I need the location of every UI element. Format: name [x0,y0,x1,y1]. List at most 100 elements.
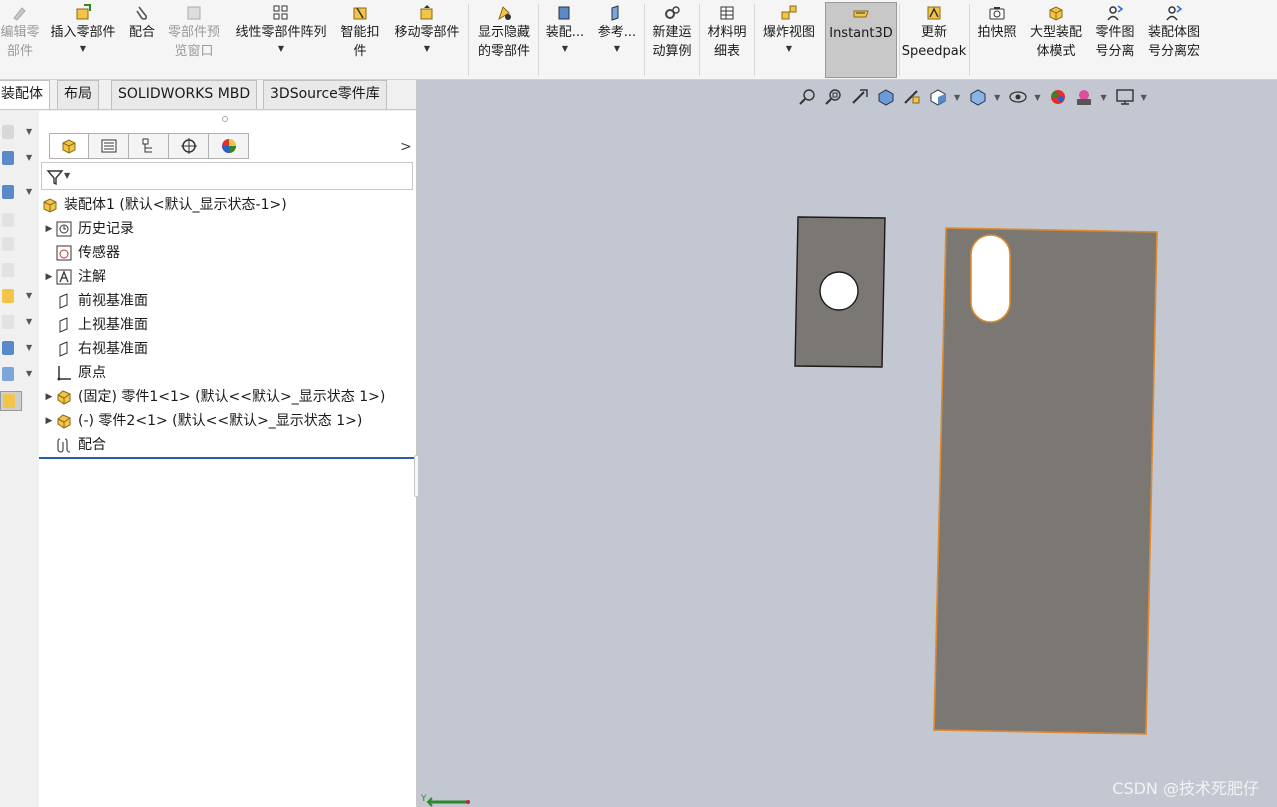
smart-fasteners-button[interactable]: 智能扣 件 [336,2,384,78]
model-canvas[interactable] [418,80,1277,807]
component-icon[interactable] [0,123,22,143]
tree-item-label: 传感器 [78,245,120,261]
tree-item-right-plane[interactable]: 右视基准面 [43,338,148,360]
chevron-down-icon[interactable]: ▼ [26,153,32,162]
tree-item-top-plane[interactable]: 上视基准面 [43,314,148,336]
chevron-down-icon[interactable]: ▼ [562,44,568,54]
tree-item-origin[interactable]: 原点 [43,362,106,384]
feature-icon[interactable] [0,183,22,203]
chevron-down-icon[interactable]: ▼ [26,291,32,300]
tree-insert-marker [39,457,414,459]
plane-icon [59,293,68,309]
tree-item-part2[interactable]: ▶ (-) 零件2<1> (默认<<默认>_显示状态 1>) [43,410,363,432]
preview-window-button[interactable]: 零部件预 览窗口 [162,2,226,78]
reference-geometry-button[interactable]: 参考... ▼ [594,2,640,78]
part2-plate[interactable] [933,227,1158,735]
instant3d-button[interactable]: Instant3D [825,2,897,78]
chevron-right-icon[interactable]: > [400,139,412,155]
assembly-icon[interactable] [0,149,22,169]
tab-display-manager[interactable] [209,133,249,159]
tree-item-mates[interactable]: 配合 [43,434,106,456]
part1-plate[interactable] [794,216,886,368]
edit-component-button[interactable]: 编辑零 部件 [0,2,46,78]
tab-configuration-manager[interactable] [129,133,169,159]
tree-item-label: (固定) 零件1<1> (默认<<默认>_显示状态 1>) [78,389,386,405]
linear-pattern-icon [273,5,288,20]
exploded-view-button[interactable]: 爆炸视图 ▼ [758,2,820,78]
tab-property-manager[interactable] [89,133,129,159]
ribbon-separator [699,4,700,76]
plane-icon [59,317,68,333]
instant3d-strip-icon[interactable] [0,391,22,411]
reference-plane-icon[interactable] [0,339,22,359]
tab-3dsource-library[interactable]: 3DSource零件库 [263,80,387,109]
bill-of-materials-button[interactable]: 材料明 细表 [703,2,751,78]
show-hidden-components-button[interactable]: 显示隐藏 的零部件 [472,2,536,78]
feature-manager-tabs [49,133,249,159]
tree-item-front-plane[interactable]: 前视基准面 [43,290,148,312]
tab-solidworks-mbd[interactable]: SOLIDWORKS MBD [111,80,258,109]
chevron-down-icon[interactable]: ▼ [26,343,32,352]
panel-collapse-handle[interactable] [222,116,228,122]
large-assembly-mode-button[interactable]: 大型装配 体模式 [1025,2,1087,78]
chevron-down-icon[interactable]: ▼ [80,44,86,54]
part1-hole[interactable] [819,271,859,311]
chevron-down-icon[interactable]: ▼ [26,369,32,378]
ribbon-separator [644,4,645,76]
coordinate-triad [426,797,470,807]
assembly-tree-icon [62,139,76,154]
mate-button[interactable]: 配合 [124,2,160,78]
part-drawing-number-split-button[interactable]: 零件图 号分离 [1091,2,1139,78]
ribbon-separator [754,4,755,76]
chevron-down-icon[interactable]: ▼ [64,171,70,180]
take-snapshot-button[interactable]: 拍快照 [973,2,1021,78]
tree-item-sensors[interactable]: 传感器 [43,242,120,264]
curve-icon[interactable] [0,365,22,385]
update-speedpak-button[interactable]: 更新 Speedpak [901,2,967,78]
assembly-features-button[interactable]: 装配... ▼ [542,2,588,78]
exploded-view-icon [781,5,797,20]
tree-item-annotations[interactable]: ▶ 注解 [43,266,106,288]
linear-pattern-button[interactable]: 线性零部件阵列 ▼ [230,2,332,78]
chevron-down-icon[interactable]: ▼ [26,317,32,326]
insert-component-icon [76,4,91,20]
watermark-text: CSDN @技术死肥仔 [1112,779,1259,798]
tree-item-history[interactable]: ▶ 历史记录 [43,218,134,240]
tree-filter-box[interactable]: ▼ [41,162,413,190]
tree-item-part1[interactable]: ▶ (固定) 零件1<1> (默认<<默认>_显示状态 1>) [43,386,386,408]
chevron-down-icon[interactable]: ▼ [278,44,284,54]
tab-dimxpert-manager[interactable] [169,133,209,159]
chevron-down-icon[interactable]: ▼ [614,44,620,54]
smart-fasteners-icon [353,7,367,20]
pattern-icon[interactable] [0,313,22,333]
tree-root-assembly[interactable]: 装配体1 (默认<默认_显示状态-1>) [41,194,287,216]
expand-arrow-icon[interactable]: ▶ [43,386,55,408]
axis-label-y: Y [421,794,427,804]
filter-icon [46,170,64,186]
chevron-down-icon[interactable]: ▼ [424,44,430,54]
graphics-viewport[interactable]: ▼ ▼ ▼ ▼ ▼ Y CSDN @技术死肥仔 [418,80,1277,807]
move-component-button[interactable]: 移动零部件 ▼ [388,2,466,78]
property-list-icon [101,139,116,153]
reference-geometry-icon [611,5,619,21]
insert-component-button[interactable]: 插入零部件 ▼ [46,2,120,78]
expand-arrow-icon[interactable]: ▶ [43,218,55,240]
configuration-icon [142,138,152,153]
assembly-drawing-number-split-button[interactable]: 装配体图 号分离宏 [1142,2,1206,78]
table-icon [720,6,734,20]
tab-feature-tree[interactable] [49,133,89,159]
chevron-down-icon[interactable]: ▼ [26,127,32,136]
expand-arrow-icon[interactable]: ▶ [43,266,55,288]
tab-assembly[interactable]: 装配体 [0,80,50,109]
assembly-features-icon [558,6,570,20]
new-motion-study-button[interactable]: 新建运 动算例 [648,2,696,78]
fastener-icon[interactable] [0,287,22,307]
instant3d-icon [853,10,869,18]
part-icon [57,414,71,429]
part2-slot[interactable] [970,234,1011,323]
expand-arrow-icon[interactable]: ▶ [43,410,55,432]
disabled-tool-icon [0,211,22,231]
tab-layout[interactable]: 布局 [57,80,99,109]
chevron-down-icon[interactable]: ▼ [26,187,32,196]
chevron-down-icon[interactable]: ▼ [786,44,792,54]
